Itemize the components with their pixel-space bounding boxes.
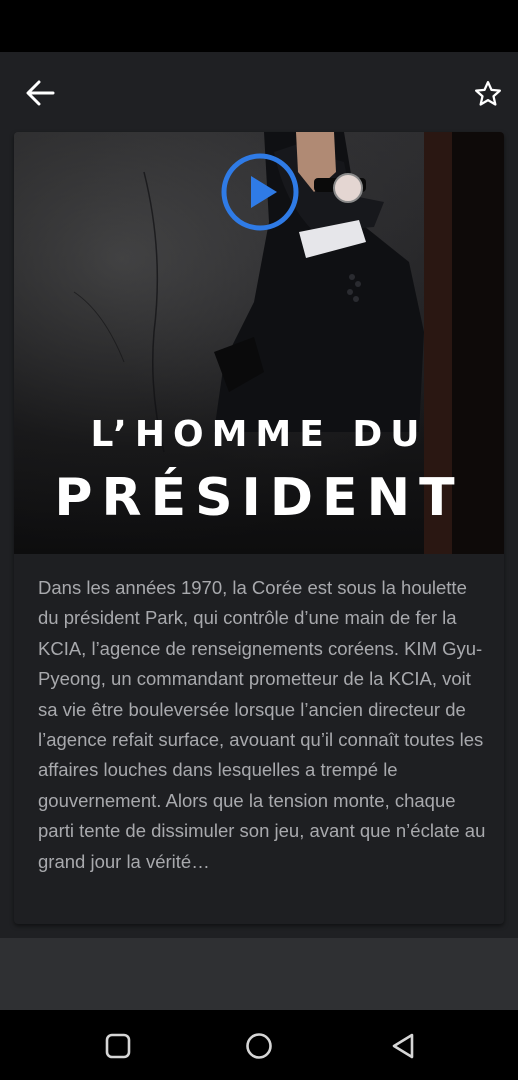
- circle-icon: [246, 1033, 272, 1059]
- star-outline-icon: [475, 81, 501, 106]
- bottom-panel: [0, 938, 518, 1010]
- system-back-button[interactable]: [383, 1026, 423, 1066]
- poster-title-line1: L’HOMME DU: [90, 414, 428, 455]
- home-button[interactable]: [239, 1026, 279, 1066]
- favorite-button[interactable]: [468, 74, 508, 114]
- content-area: L’HOMME DU PRÉSIDENT Dans les années 197…: [0, 132, 518, 938]
- triangle-back-icon: [392, 1033, 414, 1059]
- recents-button[interactable]: [98, 1026, 138, 1066]
- play-circle-icon: [221, 153, 299, 231]
- square-icon: [105, 1033, 131, 1059]
- system-nav-bar: [0, 1010, 518, 1080]
- play-button[interactable]: [220, 152, 300, 232]
- movie-card: L’HOMME DU PRÉSIDENT Dans les années 197…: [14, 132, 504, 924]
- status-bar: [0, 0, 518, 52]
- movie-synopsis: Dans les années 1970, la Corée est sous …: [38, 577, 486, 872]
- movie-poster: L’HOMME DU PRÉSIDENT: [14, 132, 504, 554]
- app-bar: [0, 52, 518, 132]
- arrow-left-icon: [26, 80, 55, 106]
- poster-title-line2: PRÉSIDENT: [54, 468, 464, 528]
- back-button[interactable]: [20, 76, 60, 110]
